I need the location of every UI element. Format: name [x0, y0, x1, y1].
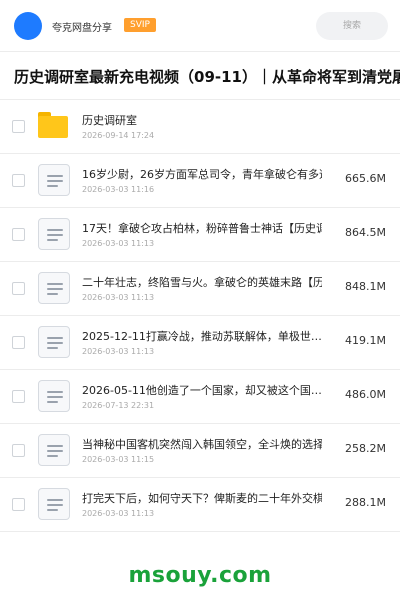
file-size: 258.2M: [345, 442, 386, 455]
document-icon: [38, 326, 70, 358]
file-date: 2026-09-14 17:24: [82, 131, 155, 140]
file-date: 2026-03-03 11:13: [82, 347, 155, 356]
share-owner-name: 夸克网盘分享: [52, 23, 112, 34]
file-date: 2026-03-03 11:13: [82, 509, 155, 518]
row-checkbox[interactable]: [12, 120, 25, 133]
file-list: 历史调研室 2026-09-14 17:24 16岁少尉，26岁方面军总司令，青…: [0, 100, 400, 532]
file-date: 2026-03-03 11:16: [82, 185, 155, 194]
row-checkbox[interactable]: [12, 228, 25, 241]
folder-icon: [38, 112, 68, 138]
row-checkbox[interactable]: [12, 174, 25, 187]
share-header: 夸克网盘分享 SVIP 搜索: [0, 0, 400, 52]
file-size: 848.1M: [345, 280, 386, 293]
file-name[interactable]: 当神秘中国客机突然闯入韩国领空，全斗焕的选择是？【…: [82, 436, 322, 452]
file-name[interactable]: 历史调研室: [82, 112, 352, 128]
share-title-bar: 历史调研室最新充电视频（09-11）｜从革命将军到清党屠: [0, 52, 400, 100]
watermark: msouy.com: [128, 563, 272, 588]
row-checkbox[interactable]: [12, 498, 25, 511]
file-name[interactable]: 打完天下后，如何守天下？俾斯麦的二十年外交棋局【历…: [82, 490, 322, 506]
avatar[interactable]: [14, 12, 42, 40]
list-item[interactable]: 当神秘中国客机突然闯入韩国领空，全斗焕的选择是？【… 2026-03-03 11…: [0, 424, 400, 478]
row-checkbox[interactable]: [12, 444, 25, 457]
row-checkbox[interactable]: [12, 390, 25, 403]
document-icon: [38, 272, 70, 304]
file-name[interactable]: 2025-12-11打赢冷战，推动苏联解体，单极世…: [82, 328, 322, 344]
file-size: 486.0M: [345, 388, 386, 401]
list-item[interactable]: 17天！拿破仑攻占柏林，粉碎普鲁士神话【历史调研室… 2026-03-03 11…: [0, 208, 400, 262]
row-checkbox[interactable]: [12, 336, 25, 349]
list-item[interactable]: 2026-05-11他创造了一个国家，却又被这个国… 2026-07-13 22…: [0, 370, 400, 424]
list-item[interactable]: 历史调研室 2026-09-14 17:24: [0, 100, 400, 154]
file-date: 2026-07-13 22:31: [82, 401, 155, 410]
search-input[interactable]: 搜索: [316, 12, 388, 40]
file-size: 288.1M: [345, 496, 386, 509]
document-icon: [38, 164, 70, 196]
file-size: 419.1M: [345, 334, 386, 347]
list-item[interactable]: 二十年壮志，终陷雪与火。拿破仑的英雄末路【历史调研… 2026-03-03 11…: [0, 262, 400, 316]
file-date: 2026-03-03 11:13: [82, 239, 155, 248]
file-date: 2026-03-03 11:15: [82, 455, 155, 464]
file-name[interactable]: 二十年壮志，终陷雪与火。拿破仑的英雄末路【历史调研…: [82, 274, 322, 290]
document-icon: [38, 434, 70, 466]
document-icon: [38, 488, 70, 520]
document-icon: [38, 218, 70, 250]
file-name[interactable]: 2026-05-11他创造了一个国家，却又被这个国…: [82, 382, 322, 398]
file-name[interactable]: 16岁少尉，26岁方面军总司令，青年拿破仑有多逆天…: [82, 166, 322, 182]
file-date: 2026-03-03 11:13: [82, 293, 155, 302]
svip-badge: SVIP: [124, 18, 156, 32]
file-name[interactable]: 17天！拿破仑攻占柏林，粉碎普鲁士神话【历史调研室…: [82, 220, 322, 236]
document-icon: [38, 380, 70, 412]
row-checkbox[interactable]: [12, 282, 25, 295]
file-size: 864.5M: [345, 226, 386, 239]
list-item[interactable]: 打完天下后，如何守天下？俾斯麦的二十年外交棋局【历… 2026-03-03 11…: [0, 478, 400, 532]
page-title: 历史调研室最新充电视频（09-11）｜从革命将军到清党屠: [14, 68, 400, 86]
list-item[interactable]: 16岁少尉，26岁方面军总司令，青年拿破仑有多逆天… 2026-03-03 11…: [0, 154, 400, 208]
file-size: 665.6M: [345, 172, 386, 185]
list-item[interactable]: 2025-12-11打赢冷战，推动苏联解体，单极世… 2026-03-03 11…: [0, 316, 400, 370]
